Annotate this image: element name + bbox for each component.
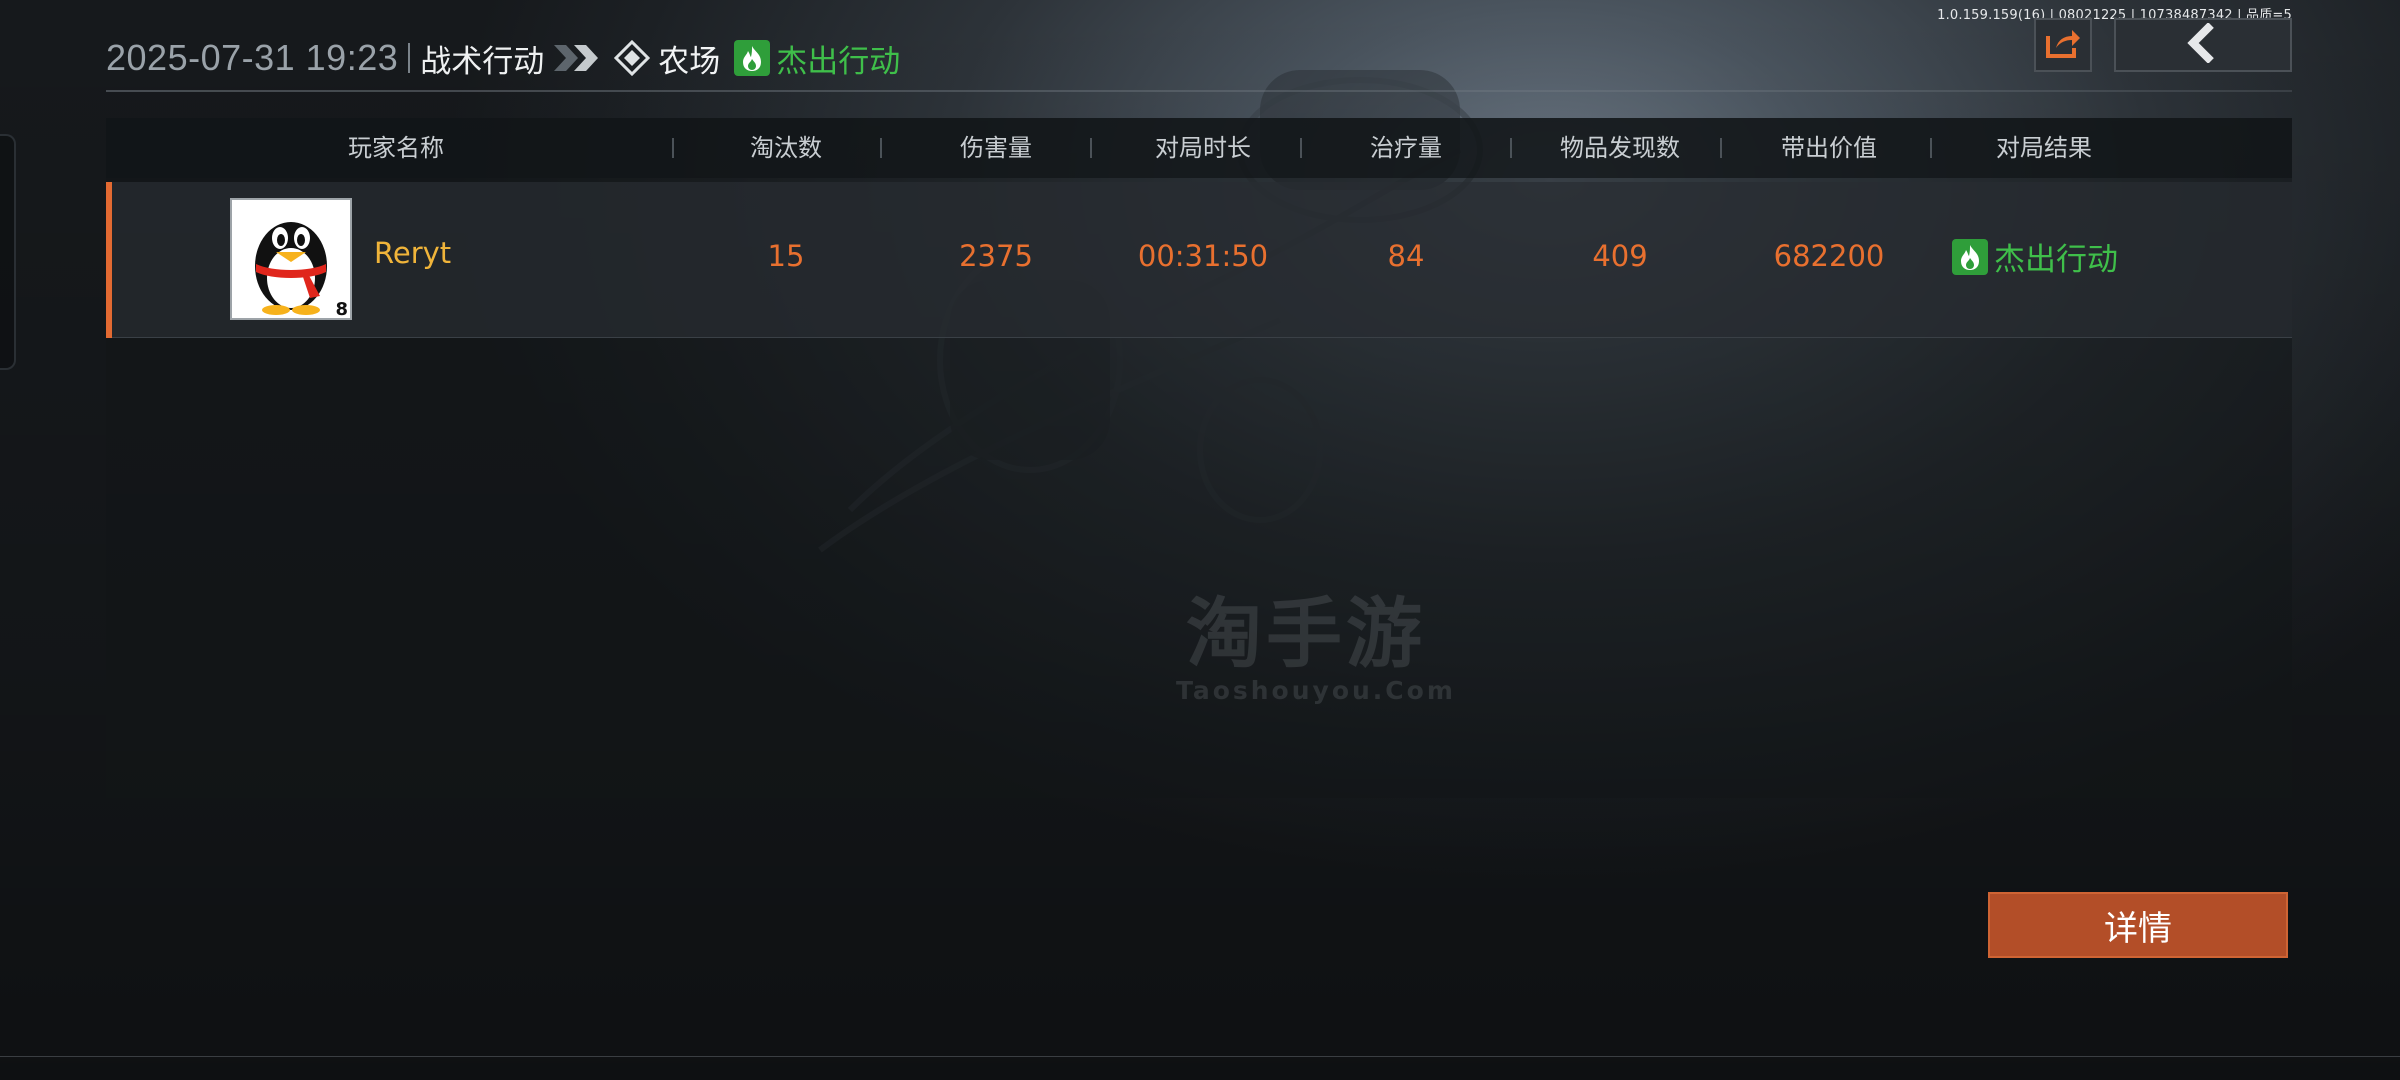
share-icon [2044, 26, 2082, 64]
qq-penguin-avatar [255, 222, 327, 315]
column-header-player-name: 玩家名称 [348, 134, 444, 162]
details-button[interactable]: 详情 [1988, 892, 2288, 958]
column-divider [1930, 138, 1932, 158]
column-header-damage: 伤害量 [960, 134, 1032, 162]
avatar[interactable]: 8 [230, 198, 352, 320]
column-divider [1090, 138, 1092, 158]
match-datetime: 2025-07-31 19:23 [106, 37, 399, 78]
match-mode: 战术行动 [420, 43, 545, 80]
row-highlight-bar [106, 182, 112, 338]
cell-eliminations: 15 [767, 239, 805, 273]
watermark-cn: 淘手游 [1186, 589, 1426, 678]
double-chevron-icon [552, 41, 604, 75]
column-divider [1300, 138, 1302, 158]
player-level: 8 [335, 299, 348, 320]
match-map: 农场 [658, 43, 721, 80]
back-button[interactable] [2114, 18, 2292, 72]
scoreboard-panel: 玩家名称 淘汰数 伤害量 对局时长 治疗量 物品发现数 带出价值 对局结果 8 … [106, 118, 2292, 798]
table-row[interactable]: 8 Reryt 15 2375 00:31:50 84 409 682200 杰… [106, 182, 2292, 338]
column-header-result: 对局结果 [1996, 134, 2092, 162]
match-header: 2025-07-31 19:23 战术行动 农场 杰出行动 [106, 36, 900, 80]
flame-icon [1952, 238, 1988, 275]
cell-result: 杰出行动 [1952, 234, 2118, 279]
share-button[interactable] [2034, 18, 2092, 72]
cell-items-found: 409 [1592, 239, 1648, 273]
cell-result-label: 杰出行动 [1994, 242, 2118, 278]
cell-healing: 84 [1387, 239, 1425, 273]
column-divider [1720, 138, 1722, 158]
player-name: Reryt [374, 236, 452, 270]
column-divider [1510, 138, 1512, 158]
column-header-extract-value: 带出价值 [1781, 134, 1877, 162]
column-header-items-found: 物品发现数 [1560, 134, 1680, 162]
watermark: 淘手游 Taoshouyou.Com [1176, 589, 1456, 706]
map-diamond-icon [614, 40, 651, 76]
left-edge-tab[interactable] [0, 134, 16, 370]
watermark-en: Taoshouyou.Com [1176, 676, 1456, 705]
match-result: 杰出行动 [776, 43, 901, 80]
header-underline [106, 90, 2292, 92]
column-header-eliminations: 淘汰数 [750, 134, 822, 162]
column-header-healing: 治疗量 [1370, 134, 1442, 162]
back-chevron-icon [2183, 22, 2223, 67]
cell-damage: 2375 [959, 239, 1033, 273]
header-divider [408, 43, 411, 73]
column-header-duration: 对局时长 [1155, 134, 1251, 162]
flame-icon [734, 40, 771, 76]
scoreboard-header: 玩家名称 淘汰数 伤害量 对局时长 治疗量 物品发现数 带出价值 对局结果 [106, 118, 2292, 178]
bottom-divider [0, 1056, 2400, 1057]
column-divider [880, 138, 882, 158]
cell-extract-value: 682200 [1773, 239, 1885, 273]
column-divider [672, 138, 674, 158]
cell-duration: 00:31:50 [1137, 239, 1269, 273]
